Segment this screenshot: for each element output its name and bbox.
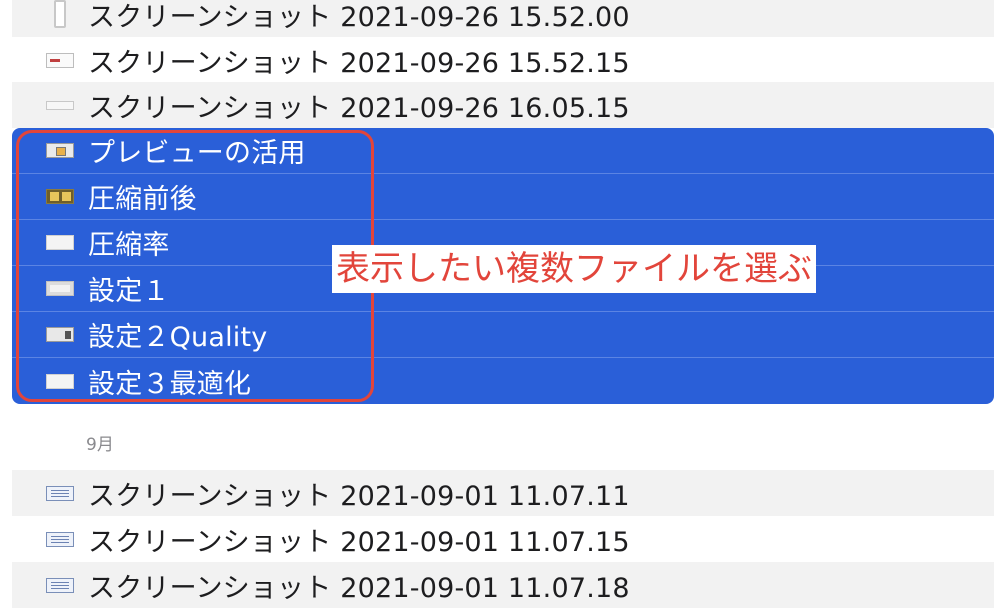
screenshot-thumbnail-icon	[46, 52, 74, 68]
document-thumbnail-icon	[46, 531, 74, 547]
file-row[interactable]: スクリーンショット 2021-09-01 11.07.18	[12, 562, 994, 608]
preview-thumbnail-icon	[46, 143, 74, 158]
file-row[interactable]: スクリーンショット 2021-09-26 15.52.15	[12, 37, 994, 83]
selected-file-row[interactable]: 圧縮前後	[12, 174, 994, 220]
file-name: スクリーンショット 2021-09-01 11.07.15	[88, 526, 630, 558]
file-name: 設定３最適化	[88, 368, 252, 400]
file-name: スクリーンショット 2021-09-01 11.07.11	[88, 480, 630, 512]
annotation-label: 表示したい複数ファイルを選ぶ	[332, 245, 816, 293]
file-name: スクリーンショット 2021-09-01 11.07.18	[88, 572, 630, 604]
finder-file-list: スクリーンショット 2021-09-26 15.52.00 スクリーンショット …	[0, 0, 994, 610]
comparison-thumbnail-icon	[46, 189, 74, 204]
section-header-september: 9月	[86, 435, 114, 455]
selected-file-row[interactable]: プレビューの活用	[12, 128, 994, 174]
image-thumbnail-icon	[46, 373, 74, 389]
file-name: プレビューの活用	[88, 138, 306, 169]
file-row[interactable]: スクリーンショット 2021-09-01 11.07.11	[12, 470, 994, 516]
tall-document-thumbnail-icon	[54, 0, 66, 28]
file-name: スクリーンショット 2021-09-26 15.52.00	[88, 1, 630, 33]
file-name: 圧縮率	[88, 230, 170, 261]
file-name: スクリーンショット 2021-09-26 16.05.15	[88, 92, 630, 124]
image-thumbnail-icon	[46, 235, 74, 250]
document-thumbnail-icon	[46, 577, 74, 593]
document-thumbnail-icon	[46, 485, 74, 501]
settings-thumbnail-icon	[46, 281, 74, 296]
file-row[interactable]: スクリーンショット 2021-09-26 16.05.15	[12, 82, 994, 128]
file-name: 設定２Quality	[88, 322, 268, 353]
file-row[interactable]: スクリーンショット 2021-09-26 15.52.00	[12, 0, 994, 37]
file-name: 設定１	[88, 276, 170, 307]
file-row[interactable]: スクリーンショット 2021-09-01 11.07.15	[12, 516, 994, 562]
file-name: 圧縮前後	[88, 184, 197, 215]
selected-file-row[interactable]: 設定３最適化	[12, 358, 994, 404]
settings-dialog-thumbnail-icon	[46, 327, 74, 342]
selected-file-row[interactable]: 設定２Quality	[12, 312, 994, 358]
wide-screenshot-thumbnail-icon	[46, 100, 74, 110]
file-name: スクリーンショット 2021-09-26 15.52.15	[88, 47, 630, 79]
